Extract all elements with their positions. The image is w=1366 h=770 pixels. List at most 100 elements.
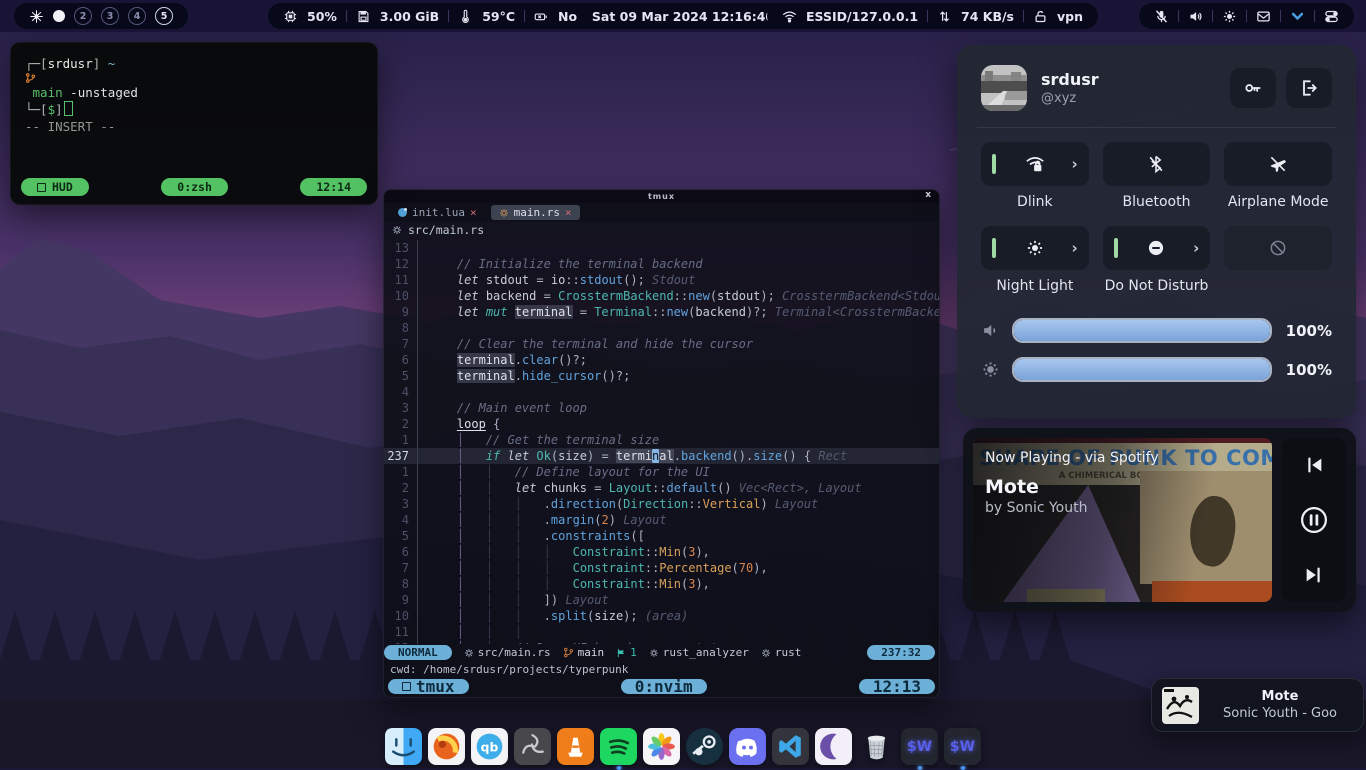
logout-button[interactable] — [1286, 68, 1332, 108]
now-playing-source: Now Playing - via Spotify — [985, 450, 1159, 466]
night-light-icon — [1025, 238, 1045, 258]
speaker-slider[interactable] — [1012, 318, 1272, 343]
notification-text: Mote Sonic Youth - Goo — [1207, 689, 1353, 721]
essid: ESSID/127.0.0.1 — [806, 9, 918, 24]
line-number: 5 — [384, 368, 418, 384]
terminal-window[interactable]: ┌─[srdusr] ~ main -unstaged└─[$]-- INSER… — [10, 42, 378, 205]
window-close-button[interactable]: x — [925, 190, 932, 200]
dock-icon-moon-app[interactable] — [815, 728, 852, 765]
dock-icon-trash[interactable] — [858, 728, 895, 765]
dock-icon-swirl-app[interactable] — [514, 728, 551, 765]
next-track-button[interactable] — [1303, 564, 1325, 586]
separator — [1023, 10, 1024, 22]
vim-mode: NORMAL — [398, 646, 438, 659]
filetype-label: rust — [775, 646, 802, 659]
editor-window[interactable]: tmux x init.lua× main.rs× src/main.rs 13 1… — [383, 189, 940, 698]
workspaces-pill: 2345 — [14, 3, 188, 29]
album-art[interactable]: SHAPE OF PUNK TO COME A CHIMERICAL BOMBI… — [973, 438, 1272, 602]
tmux-window-label: 0:zsh — [177, 180, 212, 194]
chevron-right-icon[interactable]: › — [1071, 241, 1077, 256]
tmux-session-hud[interactable]: HUD — [21, 178, 89, 196]
workspace-2[interactable]: 2 — [74, 7, 92, 25]
dock-icon-dollar-w-app[interactable]: $W — [901, 728, 938, 765]
line-number: 6 — [384, 352, 418, 368]
tmux-clock: 12:14 — [300, 178, 367, 196]
toggle-airplane-mode[interactable] — [1224, 142, 1332, 186]
toggle-cell: › Dlink — [981, 142, 1089, 220]
dock-icon-spotify[interactable] — [600, 728, 637, 765]
mic-muted-icon[interactable] — [1154, 9, 1169, 24]
toggle-dlink[interactable]: › — [981, 142, 1089, 186]
nvim-statusline: NORMAL src/main.rs main 1 rust_analyzer … — [384, 644, 939, 661]
previous-track-button[interactable] — [1303, 454, 1325, 476]
toggles-icon[interactable] — [1324, 9, 1339, 24]
tmux-window-nvim[interactable]: 0:nvim — [621, 679, 707, 694]
toggle-bluetooth[interactable] — [1103, 142, 1211, 186]
line-number: 237 — [384, 448, 418, 464]
level-sliders: 100%100% — [981, 318, 1332, 382]
tmux-window-zsh[interactable]: 0:zsh — [161, 178, 228, 196]
notification-popup[interactable]: Mote Sonic Youth - Goo — [1151, 678, 1364, 732]
chevron-right-icon[interactable]: › — [1193, 241, 1199, 256]
buffer-tabline: init.lua× main.rs× — [384, 203, 939, 222]
bluetooth-off-icon — [1146, 154, 1166, 174]
workspace-1[interactable] — [53, 10, 65, 22]
control-center: srdusr @xyz ›DlinkBluetoothAirplane Mode… — [957, 45, 1356, 418]
tmux-session-tmux[interactable]: tmux — [388, 679, 469, 694]
running-indicator — [917, 766, 922, 770]
tab-close-icon[interactable]: × — [470, 206, 477, 219]
code-line: 7 // Clear the terminal and hide the cur… — [384, 336, 939, 352]
chevron-right-icon[interactable]: › — [1071, 157, 1077, 172]
clock-pill[interactable]: Sat 09 Mar 2024 12:16:40 — [577, 3, 789, 29]
code-line: 13 — [384, 240, 939, 256]
volume-icon[interactable] — [1188, 9, 1203, 24]
tab-close-icon[interactable]: × — [565, 206, 572, 219]
line-number: 13 — [384, 240, 418, 256]
workspace-3[interactable]: 3 — [101, 7, 119, 25]
buffer-tab-main.rs[interactable]: main.rs× — [491, 205, 580, 220]
breadcrumb-path: src/main.rs — [408, 223, 484, 237]
dock-icon-firefox[interactable] — [428, 728, 465, 765]
brightness-slider-row: 100% — [981, 357, 1332, 382]
code-line: 10 │ │ │ .split(size); (area) — [384, 608, 939, 624]
terminal-line: ┌─[srdusr] ~ main -unstaged — [25, 55, 363, 101]
diagnostic-count: 1 — [630, 646, 637, 659]
pause-button[interactable] — [1299, 505, 1329, 535]
divider — [977, 127, 1336, 128]
logo-starburst-icon — [29, 9, 44, 24]
dock-icon-finder[interactable] — [385, 728, 422, 765]
toggle-cell: ›Do Not Disturb — [1103, 226, 1211, 304]
keyring-button[interactable] — [1230, 68, 1276, 108]
toggle-night-light[interactable]: › — [981, 226, 1089, 270]
separator — [346, 10, 347, 22]
workspace-5[interactable]: 5 — [155, 7, 173, 25]
dock-icon-discord[interactable] — [729, 728, 766, 765]
square-icon — [37, 183, 46, 192]
line-number: 4 — [384, 384, 418, 400]
slider-value: 100% — [1284, 361, 1332, 379]
network-pill[interactable]: ESSID/127.0.0.1 74 KB/s vpn — [767, 3, 1098, 29]
volume-slider-icon — [981, 321, 1000, 340]
toggle-blocked[interactable] — [1224, 226, 1332, 270]
statusline-git: main — [563, 646, 605, 659]
dock-icon-vlc[interactable] — [557, 728, 594, 765]
line-number: 8 — [384, 320, 418, 336]
dock-icon-vscode[interactable] — [772, 728, 809, 765]
active-indicator — [992, 238, 996, 258]
dock-icon-dollar-w-app[interactable]: $W — [944, 728, 981, 765]
brightness-slider[interactable] — [1012, 357, 1272, 382]
dock-icon-photos[interactable] — [643, 728, 680, 765]
toggle-label: Dlink — [1017, 194, 1053, 210]
mail-icon[interactable] — [1256, 9, 1271, 24]
code-line: 6 │ │ │ │ Constraint::Min(3), — [384, 544, 939, 560]
buffer-tab-init.lua[interactable]: init.lua× — [390, 205, 485, 220]
dock-icon-qbittorrent[interactable]: qb — [471, 728, 508, 765]
chevron-down-icon[interactable] — [1290, 9, 1305, 24]
dock-icon-steam[interactable] — [686, 728, 723, 765]
brightness-icon[interactable] — [1222, 9, 1237, 24]
line-number: 1 — [384, 464, 418, 480]
workspace-4[interactable]: 4 — [128, 7, 146, 25]
code-area[interactable]: 1312 // Initialize the terminal backend1… — [384, 238, 939, 644]
toggle-do-not-disturb[interactable]: › — [1103, 226, 1211, 270]
lsp-name: rust_analyzer — [663, 646, 749, 659]
